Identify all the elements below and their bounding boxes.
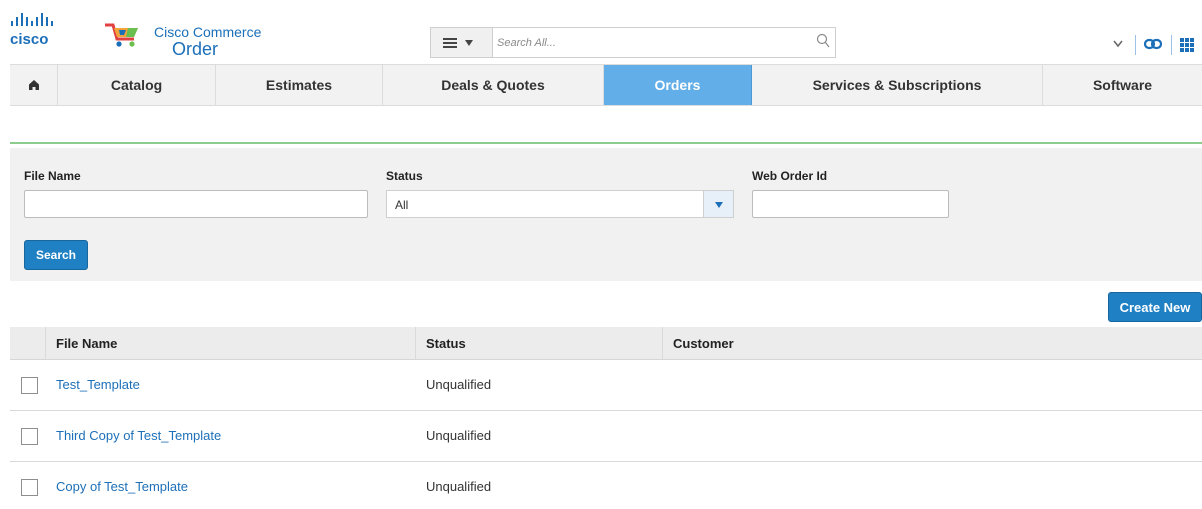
commerce-cart-logo [105,23,138,47]
file-name-label: File Name [24,169,81,183]
menu-icon [443,38,457,48]
tab-software[interactable]: Software [1043,65,1202,105]
status-select-value: All [395,198,409,212]
column-header-status[interactable]: Status [426,327,466,359]
link-icon[interactable] [1144,38,1162,50]
apps-grid-icon[interactable] [1180,38,1194,52]
cisco-logo[interactable]: cisco [10,13,82,47]
file-name-input[interactable] [24,190,368,218]
table-row: Copy of Test_Template Unqualified [10,462,1202,509]
tab-catalog[interactable]: Catalog [58,65,216,105]
filter-panel: File Name Status All Web Order Id Search [10,148,1202,281]
status-select[interactable]: All [386,190,734,218]
tab-orders[interactable]: Orders [604,65,752,105]
column-divider [45,327,46,359]
search-input[interactable] [497,32,797,53]
global-search [430,27,836,58]
main-nav: Catalog Estimates Deals & Quotes Orders … [10,64,1202,106]
row-checkbox[interactable] [21,479,38,496]
home-icon [28,80,39,90]
app-header: cisco Cisco Commerce Order [0,0,1202,64]
row-checkbox[interactable] [21,428,38,445]
create-new-button[interactable]: Create New [1108,292,1202,322]
app-name-top: Cisco Commerce [154,24,262,40]
row-checkbox[interactable] [21,377,38,394]
search-button[interactable]: Search [24,240,88,270]
divider [1135,35,1136,55]
web-order-id-label: Web Order Id [752,169,828,183]
row-status: Unqualified [426,428,492,443]
tab-estimates[interactable]: Estimates [216,65,383,105]
search-scope-dropdown[interactable] [431,28,493,57]
file-name-link[interactable]: Test_Template [56,377,140,392]
table-row: Test_Template Unqualified [10,360,1202,411]
column-header-file-name[interactable]: File Name [56,327,117,359]
dropdown-arrow-icon[interactable] [703,191,733,217]
file-name-link[interactable]: Third Copy of Test_Template [56,428,221,443]
table-row: Third Copy of Test_Template Unqualified [10,411,1202,462]
row-status: Unqualified [426,479,492,494]
divider [1171,35,1172,55]
column-divider [662,327,663,359]
column-divider [415,327,416,359]
tab-deals-quotes[interactable]: Deals & Quotes [383,65,604,105]
chevron-down-icon[interactable] [1113,40,1123,48]
tab-services-subscriptions[interactable]: Services & Subscriptions [752,65,1043,105]
search-icon[interactable] [816,33,830,49]
web-order-id-input[interactable] [752,190,949,218]
column-header-customer[interactable]: Customer [673,327,734,359]
status-label: Status [386,169,423,183]
table-header: File Name Status Customer [10,327,1202,360]
file-name-link[interactable]: Copy of Test_Template [56,479,188,494]
app-name-bottom: Order [172,39,219,59]
row-status: Unqualified [426,377,492,392]
tab-home[interactable] [10,65,58,105]
svg-text:cisco: cisco [10,31,48,47]
section-divider [10,142,1202,144]
caret-down-icon [465,40,473,46]
